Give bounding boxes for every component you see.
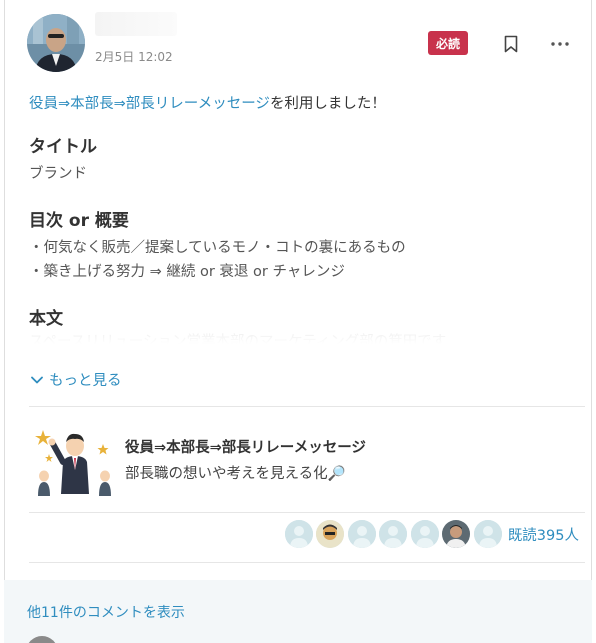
divider <box>29 406 585 407</box>
read-count[interactable]: 既読395人 <box>508 524 579 545</box>
show-more-label: もっと見る <box>49 373 122 389</box>
bookmark-icon <box>504 35 518 53</box>
toc-heading: 目次 or 概要 <box>29 211 129 231</box>
activity-template-link[interactable]: 役員⇒本部長⇒部長リレーメッセージ <box>29 96 270 112</box>
body-preview: スペースリリューション営業本部のマーケティング部の箕田です <box>29 334 447 344</box>
more-options-button[interactable] <box>550 34 570 54</box>
more-icon <box>551 42 569 46</box>
must-read-badge: 必読 <box>428 31 468 55</box>
reader-avatar <box>473 520 502 548</box>
reader-avatar <box>410 520 439 548</box>
divider <box>29 512 585 513</box>
post-timestamp: 2月5日 12:02 <box>95 50 173 64</box>
chevron-down-icon <box>31 376 43 383</box>
show-more-button[interactable]: もっと見る <box>31 369 122 390</box>
title-value: ブランド <box>29 166 87 182</box>
attachment-card[interactable]: 役員⇒本部長⇒部長リレーメッセージ 部長職の想いや考えを見える化🔎 <box>29 418 585 502</box>
author-avatar[interactable] <box>27 14 85 72</box>
reader-avatar <box>284 520 313 548</box>
show-comments-link[interactable]: 他11件のコメントを表示 <box>27 602 185 622</box>
toc-line-1: ・何気なく販売／提案しているモノ・コトの裏にあるもの <box>29 240 406 256</box>
reader-avatar <box>442 520 471 548</box>
commenter-avatar[interactable] <box>26 636 58 643</box>
attachment-description: 部長職の想いや考えを見える化🔎 <box>125 466 346 482</box>
divider <box>29 562 585 563</box>
comments-section: 他11件のコメントを表示 <box>4 580 592 643</box>
toc-line-2: ・築き上げる努力 ⇒ 継続 or 衰退 or チャレンジ <box>29 264 345 280</box>
attachment-image <box>35 424 113 496</box>
body-heading: 本文 <box>29 309 63 329</box>
title-heading: タイトル <box>29 137 97 157</box>
reader-avatar <box>379 520 408 548</box>
post-card: 2月5日 12:02 必読 役員⇒本部長⇒部長リレーメッセージを利用しました！ … <box>4 0 592 643</box>
activity-suffix: を利用しました！ <box>269 96 386 112</box>
activity-line: 役員⇒本部長⇒部長リレーメッセージを利用しました！ <box>29 92 386 113</box>
readers-row[interactable]: 既読395人 <box>281 520 579 548</box>
reader-avatar <box>316 520 345 548</box>
attachment-title: 役員⇒本部長⇒部長リレーメッセージ <box>125 440 366 456</box>
bookmark-button[interactable] <box>501 32 521 56</box>
author-name[interactable] <box>95 12 177 36</box>
reader-avatar <box>347 520 376 548</box>
